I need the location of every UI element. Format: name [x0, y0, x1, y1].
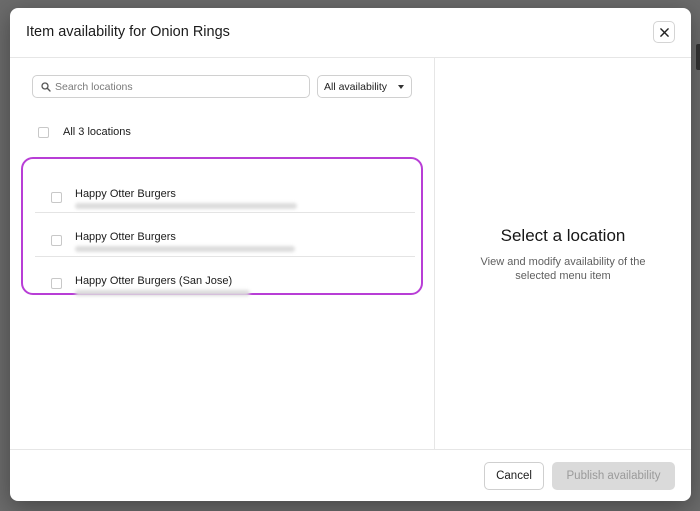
chevron-down-icon	[398, 85, 404, 89]
location-checkbox[interactable]	[51, 192, 62, 203]
location-row[interactable]: Happy Otter Burgers	[35, 213, 415, 257]
empty-state-title: Select a location	[500, 226, 626, 245]
location-address-redacted	[75, 203, 297, 209]
close-button[interactable]	[653, 21, 675, 43]
search-icon	[41, 82, 51, 92]
search-input[interactable]	[55, 76, 305, 97]
dialog-footer: Cancel Publish availability	[10, 449, 691, 501]
publish-availability-button[interactable]: Publish availability	[552, 462, 675, 490]
locations-pane: All availability All 3 locations Happy O…	[10, 58, 435, 449]
location-row[interactable]: Happy Otter Burgers (San Jose)	[35, 257, 415, 301]
dialog-header: Item availability for Onion Rings	[10, 8, 691, 58]
cancel-button[interactable]: Cancel	[484, 462, 544, 490]
location-name: Happy Otter Burgers	[75, 188, 176, 200]
dialog-title: Item availability for Onion Rings	[26, 24, 230, 40]
availability-filter-select[interactable]: All availability	[317, 75, 412, 98]
select-all-checkbox[interactable]	[38, 127, 49, 138]
location-detail-pane: Select a location View and modify availa…	[435, 58, 691, 449]
empty-state-description: View and modify availability of the sele…	[480, 256, 646, 282]
close-icon	[659, 27, 669, 37]
location-checkbox[interactable]	[51, 278, 62, 289]
availability-filter-label: All availability	[324, 81, 388, 93]
background-fragment	[696, 44, 700, 70]
select-all-label: All 3 locations	[63, 126, 131, 138]
location-name: Happy Otter Burgers (San Jose)	[75, 275, 233, 287]
location-name: Happy Otter Burgers	[75, 231, 176, 243]
search-box[interactable]	[32, 75, 310, 98]
location-row[interactable]: Happy Otter Burgers	[35, 169, 415, 213]
location-list-highlight: Happy Otter Burgers Happy Otter Burgers …	[21, 157, 423, 296]
item-availability-dialog: Item availability for Onion Rings All av…	[10, 8, 691, 501]
location-address-redacted	[75, 290, 250, 296]
location-checkbox[interactable]	[51, 235, 62, 246]
location-address-redacted	[75, 246, 295, 252]
